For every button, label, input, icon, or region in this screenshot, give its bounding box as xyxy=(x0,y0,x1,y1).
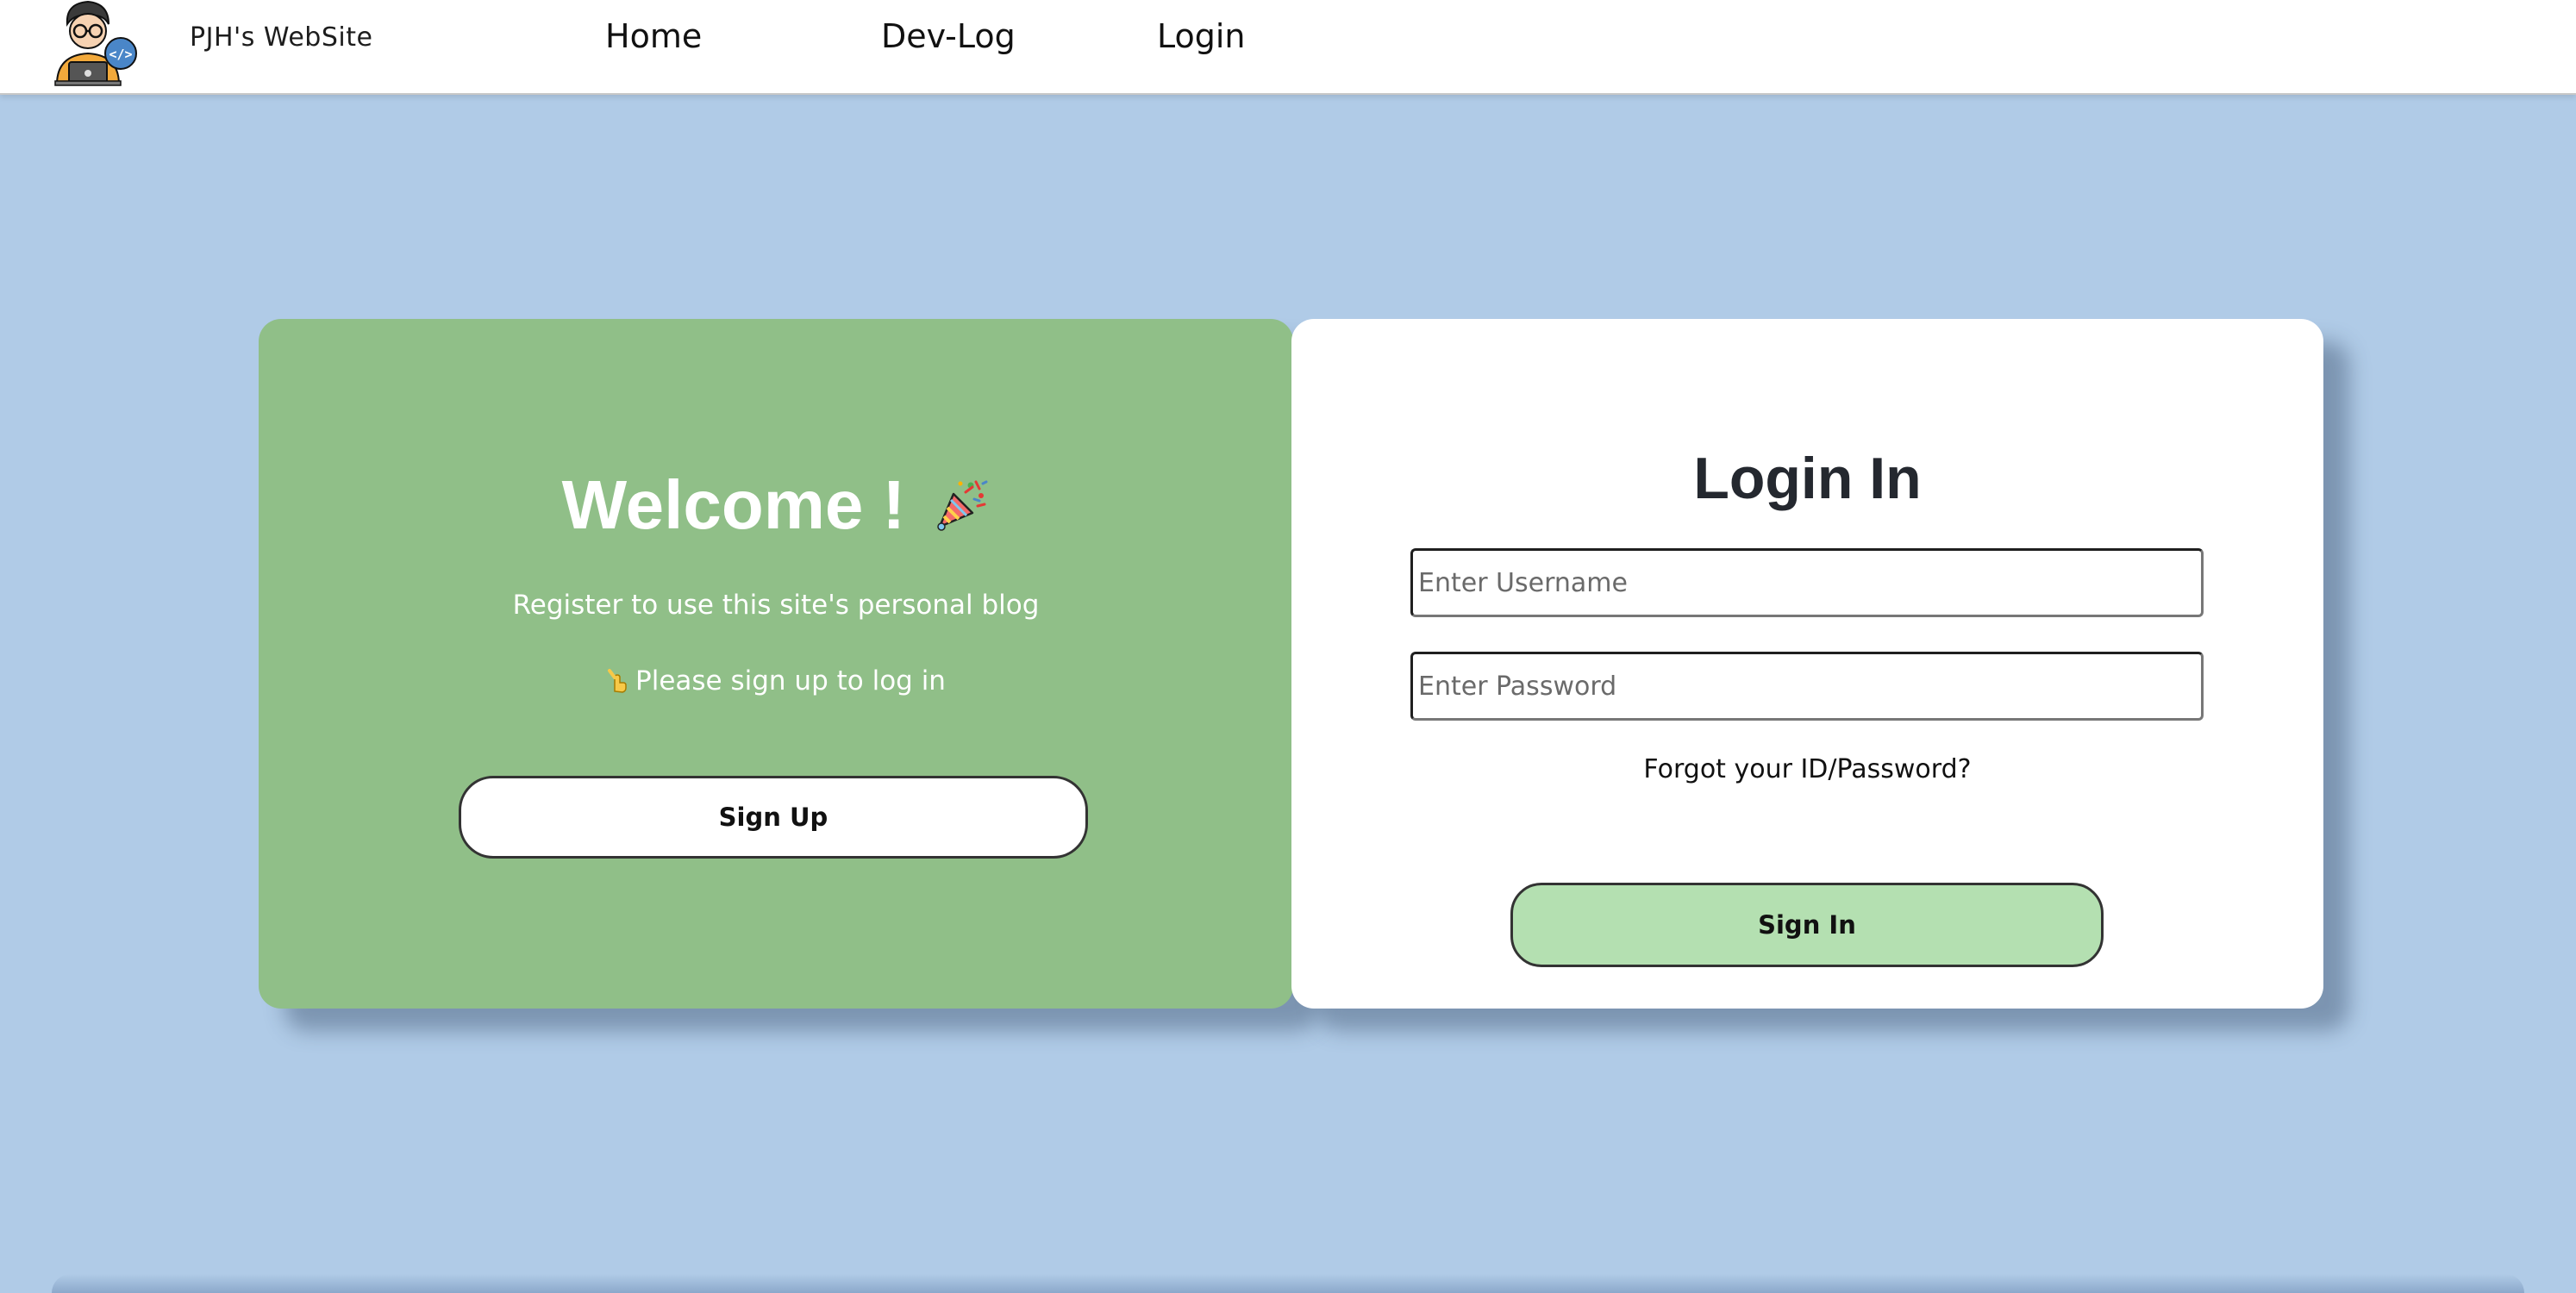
top-navbar: </> PJH's WebSite Home Dev-Log Login xyxy=(0,0,2576,95)
welcome-subtitle: Register to use this site's personal blo… xyxy=(512,590,1040,621)
site-name[interactable]: PJH's WebSite xyxy=(190,22,372,53)
username-input[interactable] xyxy=(1410,548,2204,617)
password-input[interactable] xyxy=(1410,652,2204,721)
developer-avatar-icon[interactable]: </> xyxy=(50,0,141,86)
welcome-title-text: Welcome ! xyxy=(561,466,906,543)
nav-login-link[interactable]: Login xyxy=(1157,17,1246,55)
forgot-credentials-link[interactable]: Forgot your ID/Password? xyxy=(1291,754,2323,784)
welcome-hint: Please sign up to log in xyxy=(259,665,1293,696)
svg-text:</>: </> xyxy=(109,47,132,62)
login-heading: Login In xyxy=(1693,446,1922,511)
bottom-footer-shadow xyxy=(52,1274,2524,1293)
welcome-panel: Welcome ! Register to use this site's pe… xyxy=(259,319,1293,1009)
welcome-heading: Welcome ! xyxy=(259,465,1293,545)
pointing-down-hand-icon xyxy=(608,669,627,693)
nav-home-link[interactable]: Home xyxy=(605,17,702,55)
nav-devlog-link[interactable]: Dev-Log xyxy=(881,17,1016,55)
party-popper-icon xyxy=(937,480,988,531)
welcome-hint-text: Please sign up to log in xyxy=(635,665,946,696)
login-panel: Login In Forgot your ID/Password? Sign I… xyxy=(1291,319,2323,1009)
sign-up-button[interactable]: Sign Up xyxy=(459,776,1088,859)
sign-in-button[interactable]: Sign In xyxy=(1510,883,2104,967)
